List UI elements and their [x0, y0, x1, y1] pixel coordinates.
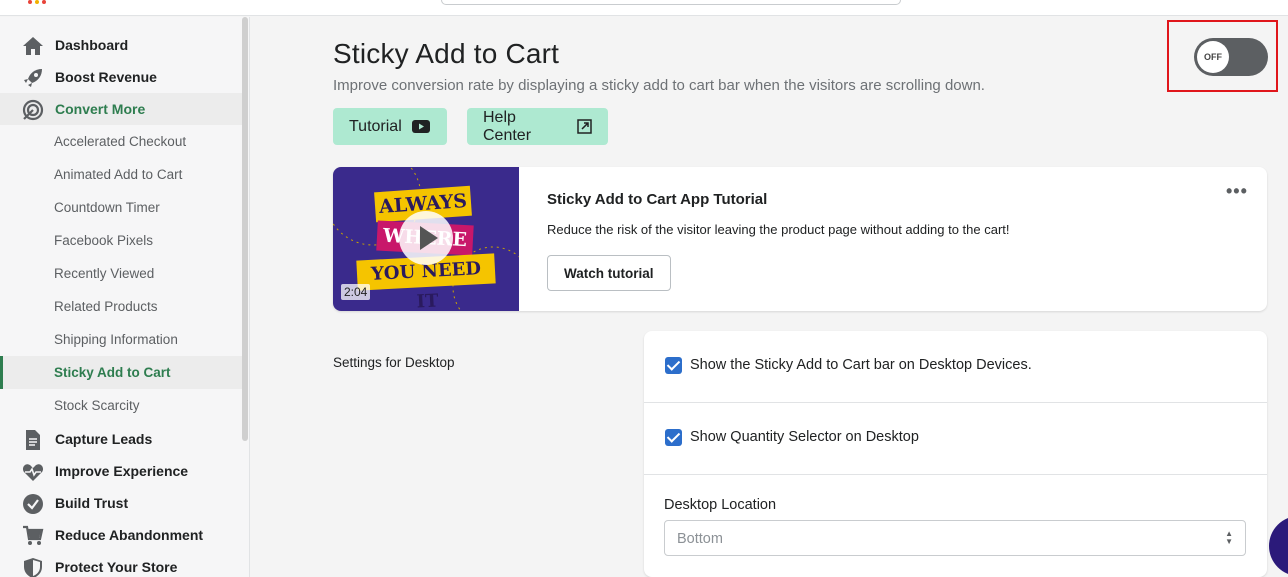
toggle-highlight-box: OFF	[1167, 20, 1278, 92]
sidebar-item-convert-more[interactable]: Convert More	[0, 93, 242, 125]
top-bar	[0, 0, 1288, 16]
sidebar-item-protect-your-store[interactable]: Protect Your Store	[0, 551, 242, 577]
sidebar: Dashboard Boost Revenue Convert More Acc…	[0, 17, 250, 577]
document-icon	[26, 430, 40, 450]
tutorial-button[interactable]: Tutorial	[333, 108, 447, 145]
sidebar-scrollbar[interactable]	[242, 17, 248, 441]
page-subtitle: Improve conversion rate by displaying a …	[333, 77, 985, 94]
sidebar-subitem-shipping-information[interactable]: Shipping Information	[0, 323, 242, 356]
sidebar-item-label: Dashboard	[55, 37, 129, 53]
settings-section-label: Settings for Desktop	[333, 355, 455, 370]
sidebar-subitem-animated-add-to-cart[interactable]: Animated Add to Cart	[0, 158, 242, 191]
shield-icon	[24, 558, 42, 577]
sidebar-item-label: Build Trust	[55, 495, 129, 511]
desktop-location-value: Bottom	[677, 531, 723, 547]
help-center-button-label: Help Center	[483, 108, 532, 144]
rocket-icon	[24, 69, 42, 87]
sidebar-item-label: Capture Leads	[55, 431, 153, 447]
heartbeat-icon	[22, 464, 44, 481]
sidebar-subitem-label: Animated Add to Cart	[54, 167, 183, 182]
search-input[interactable]	[441, 0, 901, 5]
tutorial-video-card: ALWAYS WHERE YOU NEED IT 2:04 Sticky Add…	[333, 167, 1267, 311]
sidebar-item-label: Protect Your Store	[55, 559, 178, 575]
show-bar-label: Show the Sticky Add to Cart bar on Deskt…	[690, 357, 1032, 373]
toggle-knob: OFF	[1197, 41, 1229, 73]
watch-tutorial-button[interactable]: Watch tutorial	[547, 255, 671, 291]
toggle-state-label: OFF	[1204, 52, 1222, 62]
video-duration: 2:04	[341, 284, 371, 300]
sidebar-subitem-label: Shipping Information	[54, 332, 178, 347]
setting-row-show-bar: Show the Sticky Add to Cart bar on Deskt…	[644, 331, 1267, 403]
sidebar-item-label: Reduce Abandonment	[55, 527, 204, 543]
sidebar-subitem-label: Countdown Timer	[54, 200, 160, 215]
cart-icon	[23, 525, 44, 545]
show-qty-checkbox[interactable]	[665, 429, 682, 446]
sidebar-item-label: Boost Revenue	[55, 69, 157, 85]
target-icon	[22, 99, 44, 121]
sidebar-subitem-label: Recently Viewed	[54, 266, 155, 281]
sidebar-item-dashboard[interactable]: Dashboard	[0, 29, 242, 61]
badge-check-icon	[23, 494, 43, 514]
sidebar-subitem-related-products[interactable]: Related Products	[0, 290, 242, 323]
select-arrows-icon: ▲ ▼	[1225, 529, 1233, 546]
sidebar-subitem-stock-scarcity[interactable]: Stock Scarcity	[0, 389, 242, 422]
chat-launcher-button[interactable]	[1269, 516, 1288, 576]
sidebar-subitem-countdown-timer[interactable]: Countdown Timer	[0, 191, 242, 224]
app-enable-toggle[interactable]: OFF	[1194, 38, 1268, 76]
sidebar-subitem-label: Sticky Add to Cart	[54, 365, 171, 380]
tutorial-button-label: Tutorial	[349, 117, 402, 135]
sidebar-subitem-sticky-add-to-cart[interactable]: Sticky Add to Cart	[0, 356, 242, 389]
video-card-title: Sticky Add to Cart App Tutorial	[547, 191, 768, 208]
play-icon[interactable]	[399, 211, 453, 265]
sidebar-subitem-recently-viewed[interactable]: Recently Viewed	[0, 257, 242, 290]
page-title: Sticky Add to Cart	[333, 38, 560, 69]
sidebar-item-build-trust[interactable]: Build Trust	[0, 487, 242, 519]
external-link-icon	[577, 119, 592, 134]
show-qty-label: Show Quantity Selector on Desktop	[690, 429, 919, 445]
sidebar-subitem-accelerated-checkout[interactable]: Accelerated Checkout	[0, 125, 242, 158]
home-icon	[23, 37, 43, 55]
video-card-description: Reduce the risk of the visitor leaving t…	[547, 222, 1010, 237]
sidebar-item-boost-revenue[interactable]: Boost Revenue	[0, 61, 242, 93]
sidebar-item-reduce-abandonment[interactable]: Reduce Abandonment	[0, 519, 242, 551]
sidebar-subitem-label: Related Products	[54, 299, 158, 314]
sidebar-subitem-facebook-pixels[interactable]: Facebook Pixels	[0, 224, 242, 257]
desktop-settings-card: Show the Sticky Add to Cart bar on Deskt…	[644, 331, 1267, 577]
sidebar-subitem-label: Accelerated Checkout	[54, 134, 187, 149]
sidebar-subitem-label: Stock Scarcity	[54, 398, 140, 413]
desktop-location-select[interactable]: Bottom ▲ ▼	[664, 520, 1246, 556]
sidebar-item-label: Improve Experience	[55, 463, 189, 479]
show-bar-checkbox[interactable]	[665, 357, 682, 374]
video-thumbnail[interactable]: ALWAYS WHERE YOU NEED IT 2:04	[333, 167, 519, 311]
app-logo	[26, 0, 48, 6]
sidebar-item-improve-experience[interactable]: Improve Experience	[0, 455, 242, 487]
help-center-button[interactable]: Help Center	[467, 108, 608, 145]
sidebar-subitem-label: Facebook Pixels	[54, 233, 154, 248]
sidebar-item-capture-leads[interactable]: Capture Leads	[0, 423, 242, 455]
desktop-location-label: Desktop Location	[664, 497, 777, 513]
sidebar-item-label: Convert More	[55, 101, 146, 117]
more-options-icon[interactable]: •••	[1226, 181, 1248, 202]
setting-row-show-qty: Show Quantity Selector on Desktop	[644, 403, 1267, 475]
youtube-icon	[411, 120, 430, 133]
